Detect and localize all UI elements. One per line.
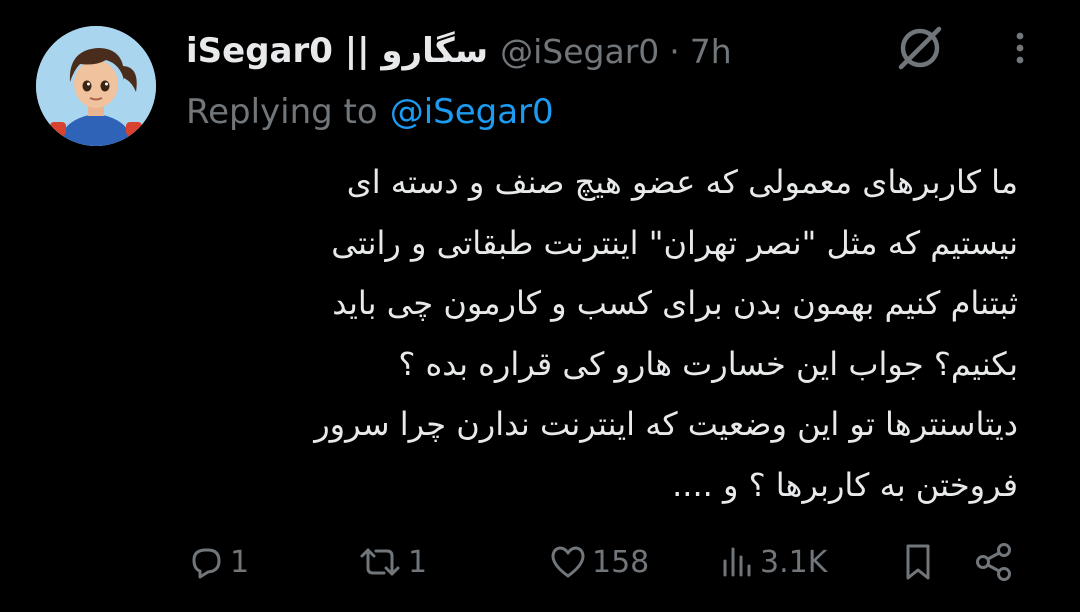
bookmark-button[interactable] [898, 530, 938, 594]
user-handle[interactable]: @iSegar0 [500, 32, 659, 71]
avatar[interactable] [36, 26, 156, 146]
replying-to: Replying to @iSegar0 [186, 86, 554, 138]
bookmark-icon [906, 544, 930, 580]
more-icon[interactable] [1000, 26, 1040, 70]
repost-icon [360, 548, 400, 576]
like-count: 158 [592, 544, 650, 580]
replying-to-label: Replying to [186, 92, 378, 132]
tweet[interactable]: iSegar0 || سگارو @iSegar0 · 7h Replying … [0, 0, 1080, 612]
reply-button[interactable]: 1 [186, 530, 249, 594]
heart-icon [551, 546, 585, 578]
views-button[interactable]: 3.1K [716, 530, 827, 594]
repost-button[interactable]: 1 [356, 530, 427, 594]
timestamp[interactable]: 7h [690, 32, 732, 71]
repost-count: 1 [408, 544, 428, 580]
tweet-text: ما کاربرهای معمولی که عضو هیچ صنف و دسته… [314, 163, 1018, 504]
views-count: 3.1K [760, 544, 828, 580]
reply-count: 1 [230, 544, 250, 580]
share-icon [976, 543, 1011, 581]
like-button[interactable]: 158 [548, 530, 649, 594]
separator-dot: · [669, 31, 680, 71]
grok-icon[interactable] [892, 20, 948, 76]
tweet-header: iSegar0 || سگارو @iSegar0 · 7h [186, 22, 732, 80]
avatar-image [36, 26, 156, 146]
action-bar: 1 1 158 3.1K [186, 530, 1026, 594]
reply-mention-link[interactable]: @iSegar0 [390, 92, 554, 132]
reply-icon [192, 548, 221, 579]
views-icon [723, 547, 751, 577]
share-button[interactable] [972, 530, 1016, 594]
display-name[interactable]: iSegar0 || سگارو [186, 31, 488, 71]
